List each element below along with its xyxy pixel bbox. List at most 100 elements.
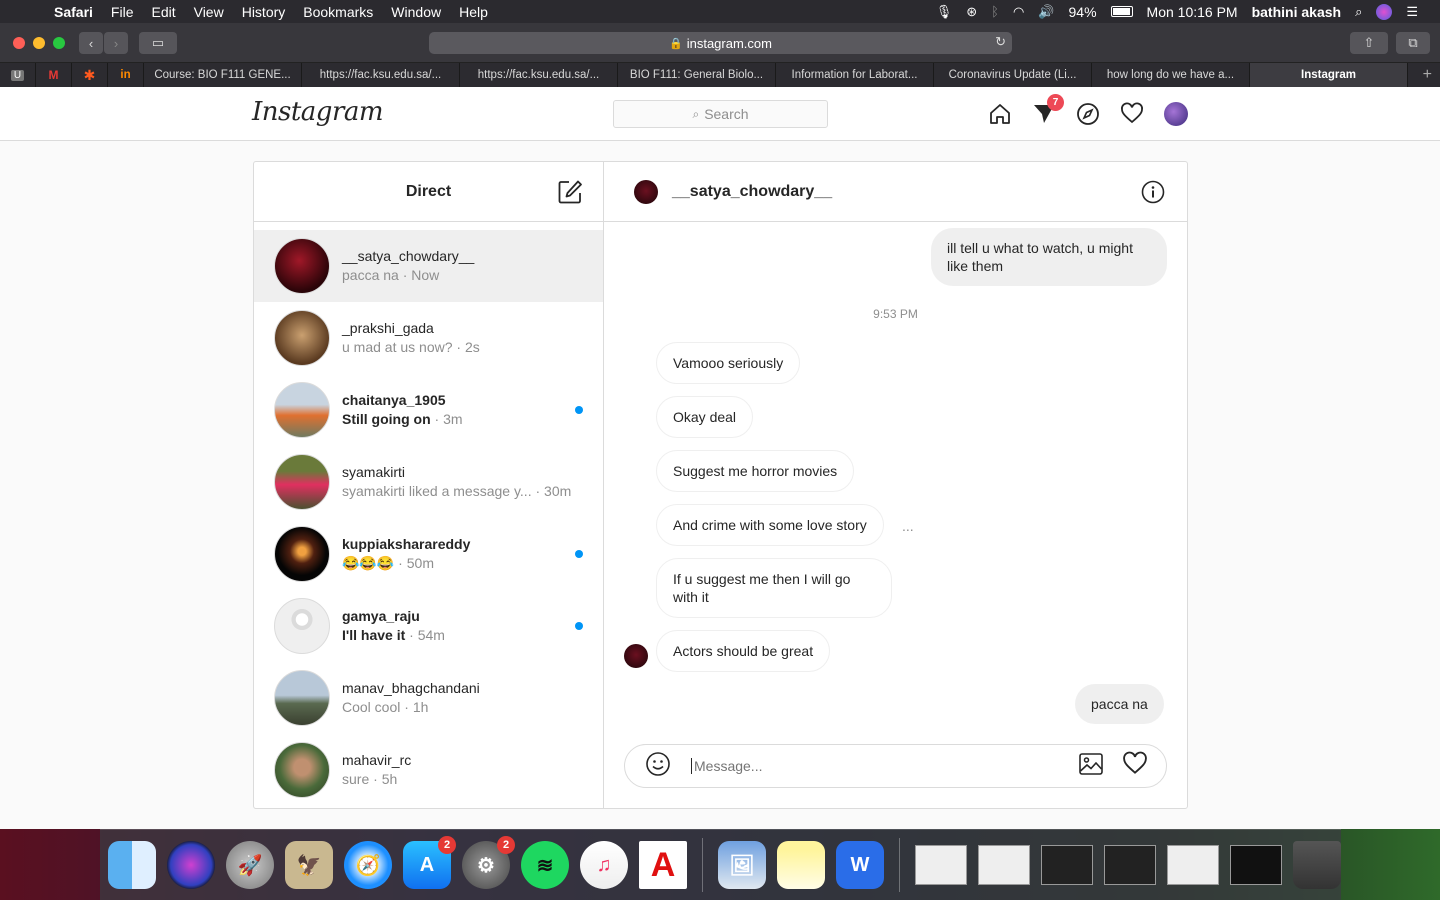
volume-icon[interactable]: 🔊 [1038, 4, 1054, 20]
pinned-tab-3[interactable]: ✱ [72, 63, 108, 87]
clock[interactable]: Mon 10:16 PM [1147, 4, 1238, 20]
siri-dock-icon[interactable] [167, 841, 215, 889]
image-upload-icon[interactable] [1078, 751, 1104, 782]
message-bubble-received[interactable]: And crime with some love story [656, 504, 884, 546]
tab-lab-info[interactable]: Information for Laborat... [776, 63, 934, 87]
address-bar[interactable]: 🔒 instagram.com ↻ [429, 32, 1012, 54]
tab-how-long[interactable]: how long do we have a... [1092, 63, 1250, 87]
emoji-icon[interactable] [645, 751, 671, 782]
spotify-icon[interactable]: ≋ [521, 841, 569, 889]
explore-icon[interactable] [1074, 100, 1102, 128]
tab-bio-general[interactable]: BIO F111: General Biolo... [618, 63, 776, 87]
battery-percent: 94% [1068, 3, 1097, 20]
message-bubble-sent[interactable]: pacca na [1075, 684, 1164, 724]
like-heart-icon[interactable] [1122, 751, 1148, 782]
thread-item[interactable]: kuppiaksharareddy 😂😂😂 · 50m [254, 518, 603, 590]
spotlight-search-icon[interactable]: ⌕ [1355, 4, 1362, 20]
ig-header: Instagram ⌕ Search 7 [0, 87, 1440, 141]
direct-icon[interactable]: 7 [1030, 94, 1064, 128]
info-icon[interactable] [1141, 180, 1165, 209]
wifi-icon[interactable]: ◠ [1013, 4, 1024, 20]
pinned-tab-invision[interactable]: in [108, 63, 144, 87]
search-input[interactable]: ⌕ Search [613, 100, 828, 128]
menu-history[interactable]: History [242, 4, 286, 20]
preview-app-icon[interactable]: 🦅 [285, 841, 333, 889]
chat-username[interactable]: __satya_chowdary__ [672, 183, 832, 201]
microphone-icon[interactable]: 🎙 [936, 4, 953, 20]
minimized-window-thumb[interactable] [1104, 845, 1156, 885]
activity-heart-icon[interactable] [1118, 100, 1146, 128]
tab-coronavirus[interactable]: Coronavirus Update (Li... [934, 63, 1092, 87]
minimized-window-thumb[interactable] [978, 845, 1030, 885]
menu-file[interactable]: File [111, 4, 134, 20]
notification-center-icon[interactable]: ☰ [1406, 4, 1418, 20]
home-icon[interactable] [986, 100, 1014, 128]
close-window-button[interactable] [13, 37, 25, 49]
message-bubble-received[interactable]: If u suggest me then I will go with it [656, 558, 892, 618]
forward-button[interactable]: › [104, 32, 128, 54]
chat-avatar[interactable] [634, 179, 658, 204]
message-input[interactable] [691, 758, 1061, 774]
url-text: instagram.com [686, 35, 772, 51]
autocad-icon[interactable]: A [639, 841, 687, 889]
accessibility-icon[interactable]: ⊛ [966, 4, 977, 20]
thread-item[interactable]: mahavir_rc sure · 5h [254, 734, 603, 806]
wps-office-icon[interactable]: W [836, 841, 884, 889]
message-bubble-received[interactable]: Actors should be great [656, 630, 831, 672]
image-capture-icon[interactable]: 🖼 [718, 841, 766, 889]
battery-icon[interactable] [1110, 6, 1133, 17]
tab-ksu-2[interactable]: https://fac.ksu.edu.sa/... [460, 63, 618, 87]
minimized-window-thumb[interactable] [915, 845, 967, 885]
safari-dock-icon[interactable]: 🧭 [344, 841, 392, 889]
thread-item[interactable]: manav_bhagchandani Cool cool · 1h [254, 662, 603, 734]
thread-item[interactable]: _prakshi_gada u mad at us now? · 2s [254, 302, 603, 374]
menu-bookmarks[interactable]: Bookmarks [303, 4, 373, 20]
tab-overview-icon[interactable]: ⧉ [1396, 32, 1430, 54]
menu-app-name[interactable]: Safari [54, 4, 93, 20]
thread-list: __satya_chowdary__ pacca na · Now _praksh… [254, 222, 603, 806]
instagram-logo[interactable]: Instagram [252, 97, 384, 127]
message-bubble-received[interactable]: Vamooo seriously [656, 342, 801, 384]
direct-notification-badge: 7 [1047, 94, 1064, 111]
pinned-tab-gmail[interactable]: M [36, 63, 72, 87]
unread-dot [575, 622, 583, 630]
thread-item[interactable]: chaitanya_1905 Still going on · 3m [254, 374, 603, 446]
tab-ksu-1[interactable]: https://fac.ksu.edu.sa/... [302, 63, 460, 87]
trash-icon[interactable] [1293, 841, 1341, 889]
new-tab-icon[interactable]: + [1408, 63, 1440, 87]
finder-icon[interactable] [108, 841, 156, 889]
thread-item[interactable]: __satya_chowdary__ pacca na · Now [254, 230, 603, 302]
pinned-tab-u[interactable]: U [0, 63, 36, 87]
launchpad-icon[interactable]: 🚀 [226, 841, 274, 889]
app-store-icon[interactable]: A2 [403, 836, 456, 889]
bluetooth-icon[interactable]: ᛒ [991, 4, 999, 19]
share-icon[interactable]: ⇧ [1350, 32, 1388, 54]
user-name[interactable]: bathini akash [1252, 4, 1341, 20]
menu-view[interactable]: View [194, 4, 224, 20]
tab-instagram[interactable]: Instagram [1250, 63, 1408, 87]
menu-edit[interactable]: Edit [151, 4, 175, 20]
notes-icon[interactable] [777, 841, 825, 889]
thread-item[interactable]: syamakirti syamakirti liked a message y..… [254, 446, 603, 518]
message-bubble-sent[interactable]: ill tell u what to watch, u might like t… [931, 228, 1167, 286]
minimized-window-thumb[interactable] [1041, 845, 1093, 885]
minimized-window-thumb[interactable] [1230, 845, 1282, 885]
reload-icon[interactable]: ↻ [995, 34, 1006, 50]
back-button[interactable]: ‹ [79, 32, 103, 54]
system-preferences-icon[interactable]: ⚙ 2 [462, 836, 515, 889]
zoom-window-button[interactable] [53, 37, 65, 49]
thread-item[interactable]: gamya_raju I'll have it · 54m [254, 590, 603, 662]
menu-help[interactable]: Help [459, 4, 488, 20]
sidebar-toggle-icon[interactable]: ▭ [139, 32, 177, 54]
siri-icon[interactable] [1376, 3, 1393, 20]
more-options-icon[interactable]: ... [902, 518, 914, 534]
message-bubble-received[interactable]: Suggest me horror movies [656, 450, 855, 492]
music-icon[interactable]: ♫ [580, 841, 628, 889]
profile-avatar[interactable] [1162, 100, 1190, 128]
tab-course-bio[interactable]: Course: BIO F111 GENE... [144, 63, 302, 87]
minimized-window-thumb[interactable] [1167, 845, 1219, 885]
new-message-icon[interactable] [557, 179, 583, 210]
menu-window[interactable]: Window [391, 4, 441, 20]
message-bubble-received[interactable]: Okay deal [656, 396, 754, 438]
minimize-window-button[interactable] [33, 37, 45, 49]
